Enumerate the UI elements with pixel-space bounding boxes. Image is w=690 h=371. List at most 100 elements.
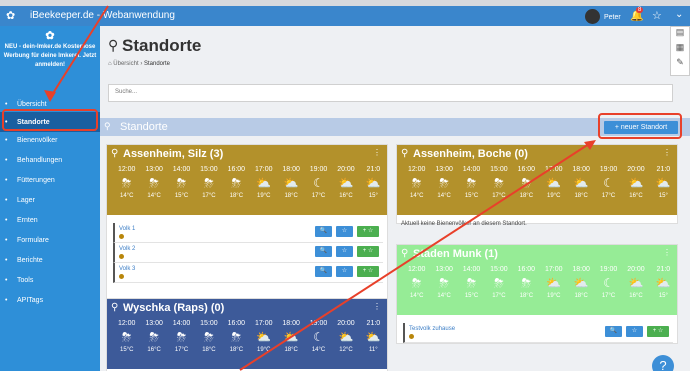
location-title[interactable]: Staden Munk (1)	[413, 248, 498, 260]
sidebar-item-übersicht[interactable]: • Übersicht	[0, 94, 100, 114]
sidebar-item-formulare[interactable]: • Formulare	[0, 230, 100, 250]
forecast-hour: 21:0 ⛅ 15°	[360, 165, 387, 201]
promo-text: NEU - dein-Imker.de Kostenlose Werbung f…	[3, 44, 97, 68]
location-title[interactable]: Assenheim, Boche (0)	[413, 148, 528, 160]
list-item[interactable]: Volk 3 🔍 ☆ + ☆	[113, 263, 383, 283]
forecast-time: 14:00	[172, 320, 191, 327]
sidebar-item-lager[interactable]: • Lager	[0, 190, 100, 210]
medkit-icon: •	[5, 156, 8, 164]
forecast-temp: 15°C	[464, 193, 479, 199]
forecast-hour: 17:00 ⛅ 19°C	[250, 319, 277, 355]
pencil-icon[interactable]: ✎	[671, 57, 689, 72]
list-item[interactable]: Volk 2 🔍 ☆ + ☆	[113, 243, 383, 263]
forecast-temp: 17°C	[601, 293, 616, 299]
browser-chrome	[0, 0, 690, 6]
forecast-time: 20:00	[337, 320, 355, 327]
sidebar-item-bienenvölker[interactable]: • Bienenvölker	[0, 130, 100, 150]
search-button[interactable]: 🔍	[315, 266, 332, 277]
forecast-temp: 18°C	[519, 293, 534, 299]
more-menu-icon[interactable]: ⋮	[663, 148, 671, 157]
list-item[interactable]: Testvolk zuhause 🔍 ☆ + ☆	[403, 323, 673, 343]
forecast-time: 20:00	[627, 266, 645, 273]
star-button[interactable]: ☆	[336, 246, 353, 257]
forecast-temp: 14°C	[120, 193, 134, 199]
forecast-hour: 18:00 ⛅ 18°C	[567, 165, 594, 201]
forecast-time: 17:00	[254, 320, 273, 327]
forecast-temp: 19°C	[257, 193, 271, 199]
side-tools: ▤ ▦ ✎	[670, 26, 690, 76]
forecast-temp: 19°C	[547, 293, 561, 299]
more-menu-icon[interactable]: ⋮	[373, 148, 381, 157]
location-card-header: ⚲ Assenheim, Boche (0) ⋮ 12:00 ⛈ 14°C 13:00 ⛈ 14…	[397, 145, 677, 215]
avatar[interactable]	[585, 9, 600, 24]
status-dot	[409, 334, 414, 339]
forecast-temp: 15°	[658, 293, 668, 299]
weather-forecast: 12:00 ⛈ 14°C 13:00 ⛈ 14°C 14:00 ⛈ 15°C 15:00 ⛈ 17°C…	[113, 165, 387, 201]
forecast-temp: 15°	[368, 193, 378, 199]
sidebar-item-berichte[interactable]: • Berichte	[0, 250, 100, 270]
sidebar-item-apitags[interactable]: • APITags	[0, 290, 100, 310]
calendar-icon[interactable]: ▦	[671, 42, 689, 57]
location-title[interactable]: Wyschka (Raps) (0)	[123, 302, 224, 314]
weather-icon: ⛈	[494, 176, 504, 190]
breadcrumb-home[interactable]: Übersicht	[113, 61, 138, 67]
forecast-hour: 12:00 ⛈ 14°C	[403, 265, 430, 301]
forecast-temp: 17°C	[174, 347, 189, 353]
promo-banner[interactable]: ✿ NEU - dein-Imker.de Kostenlose Werbung…	[0, 26, 100, 94]
pin-icon: ⚲	[401, 148, 409, 159]
chevron-down-icon[interactable]: ⌄	[675, 9, 683, 20]
more-menu-icon[interactable]: ⋮	[373, 302, 381, 311]
forecast-time: 14:00	[462, 266, 481, 273]
forecast-hour: 20:00 ⛅ 16°C	[332, 165, 359, 201]
weather-icon: ⛈	[439, 176, 449, 190]
add-button[interactable]: + ☆	[357, 266, 379, 277]
bee-logo-icon: ✿	[6, 10, 16, 22]
forecast-temp: 17°C	[202, 193, 216, 199]
search-button[interactable]: 🔍	[315, 226, 332, 237]
sidebar-item-fütterungen[interactable]: • Fütterungen	[0, 170, 100, 190]
feed-icon: •	[5, 176, 8, 184]
forecast-time: 20:00	[627, 166, 645, 173]
weather-icon: ⛈	[521, 276, 532, 290]
weather-icon: ⛅	[546, 276, 562, 290]
forecast-hour: 14:00 ⛈ 15°C	[458, 265, 485, 301]
add-button[interactable]: + ☆	[647, 326, 669, 337]
weather-icon: ⛅	[256, 176, 272, 190]
more-menu-icon[interactable]: ⋮	[663, 248, 671, 257]
sidebar-item-behandlungen[interactable]: • Behandlungen	[0, 150, 100, 170]
list-item[interactable]: Volk 1 🔍 ☆ + ☆	[113, 223, 383, 243]
sidebar-item-ernten[interactable]: • Ernten	[0, 210, 100, 230]
location-title[interactable]: Assenheim, Silz (3)	[123, 148, 223, 160]
weather-icon: ⛈	[411, 176, 422, 190]
weather-icon: ⛈	[411, 276, 422, 290]
new-location-button[interactable]: + neuer Standort	[604, 121, 678, 134]
forecast-time: 19:00	[309, 166, 328, 173]
star-icon[interactable]: ☆	[652, 9, 662, 22]
forecast-hour: 15:00 ⛈ 17°C	[195, 165, 222, 201]
star-button[interactable]: ☆	[336, 226, 353, 237]
sidebar-item-label: Behandlungen	[17, 156, 63, 164]
search-input[interactable]: Suche...	[108, 84, 673, 102]
star-button[interactable]: ☆	[336, 266, 353, 277]
sidebar-item-standorte[interactable]: • Standorte	[0, 112, 100, 132]
forecast-hour: 14:00 ⛈ 17°C	[168, 319, 195, 355]
add-button[interactable]: + ☆	[357, 226, 379, 237]
add-button[interactable]: + ☆	[357, 246, 379, 257]
weather-icon: ⛈	[231, 330, 242, 344]
pin-icon: ⚲	[108, 37, 119, 53]
help-button[interactable]: ?	[652, 355, 674, 371]
save-icon[interactable]: ▤	[671, 27, 689, 42]
star-button[interactable]: ☆	[626, 326, 643, 337]
weather-icon: ⛅	[628, 276, 644, 290]
search-button[interactable]: 🔍	[605, 326, 622, 337]
sidebar-item-tools[interactable]: • Tools	[0, 270, 100, 290]
user-name[interactable]: Peter	[604, 14, 621, 21]
pin-icon: ⚲	[111, 148, 119, 159]
location-card: ⚲ Assenheim, Boche (0) ⋮ 12:00 ⛈ 14°C 13:00 ⛈ 14…	[396, 144, 678, 227]
search-button[interactable]: 🔍	[315, 246, 332, 257]
empty-message: Aktuell keine Bienenvölker an diesem Sta…	[401, 221, 527, 227]
tag-icon: •	[5, 296, 8, 304]
forecast-hour: 16:00 ⛈ 18°C	[223, 165, 250, 201]
hive-icon: •	[5, 136, 8, 144]
forecast-temp: 14°C	[147, 193, 161, 199]
